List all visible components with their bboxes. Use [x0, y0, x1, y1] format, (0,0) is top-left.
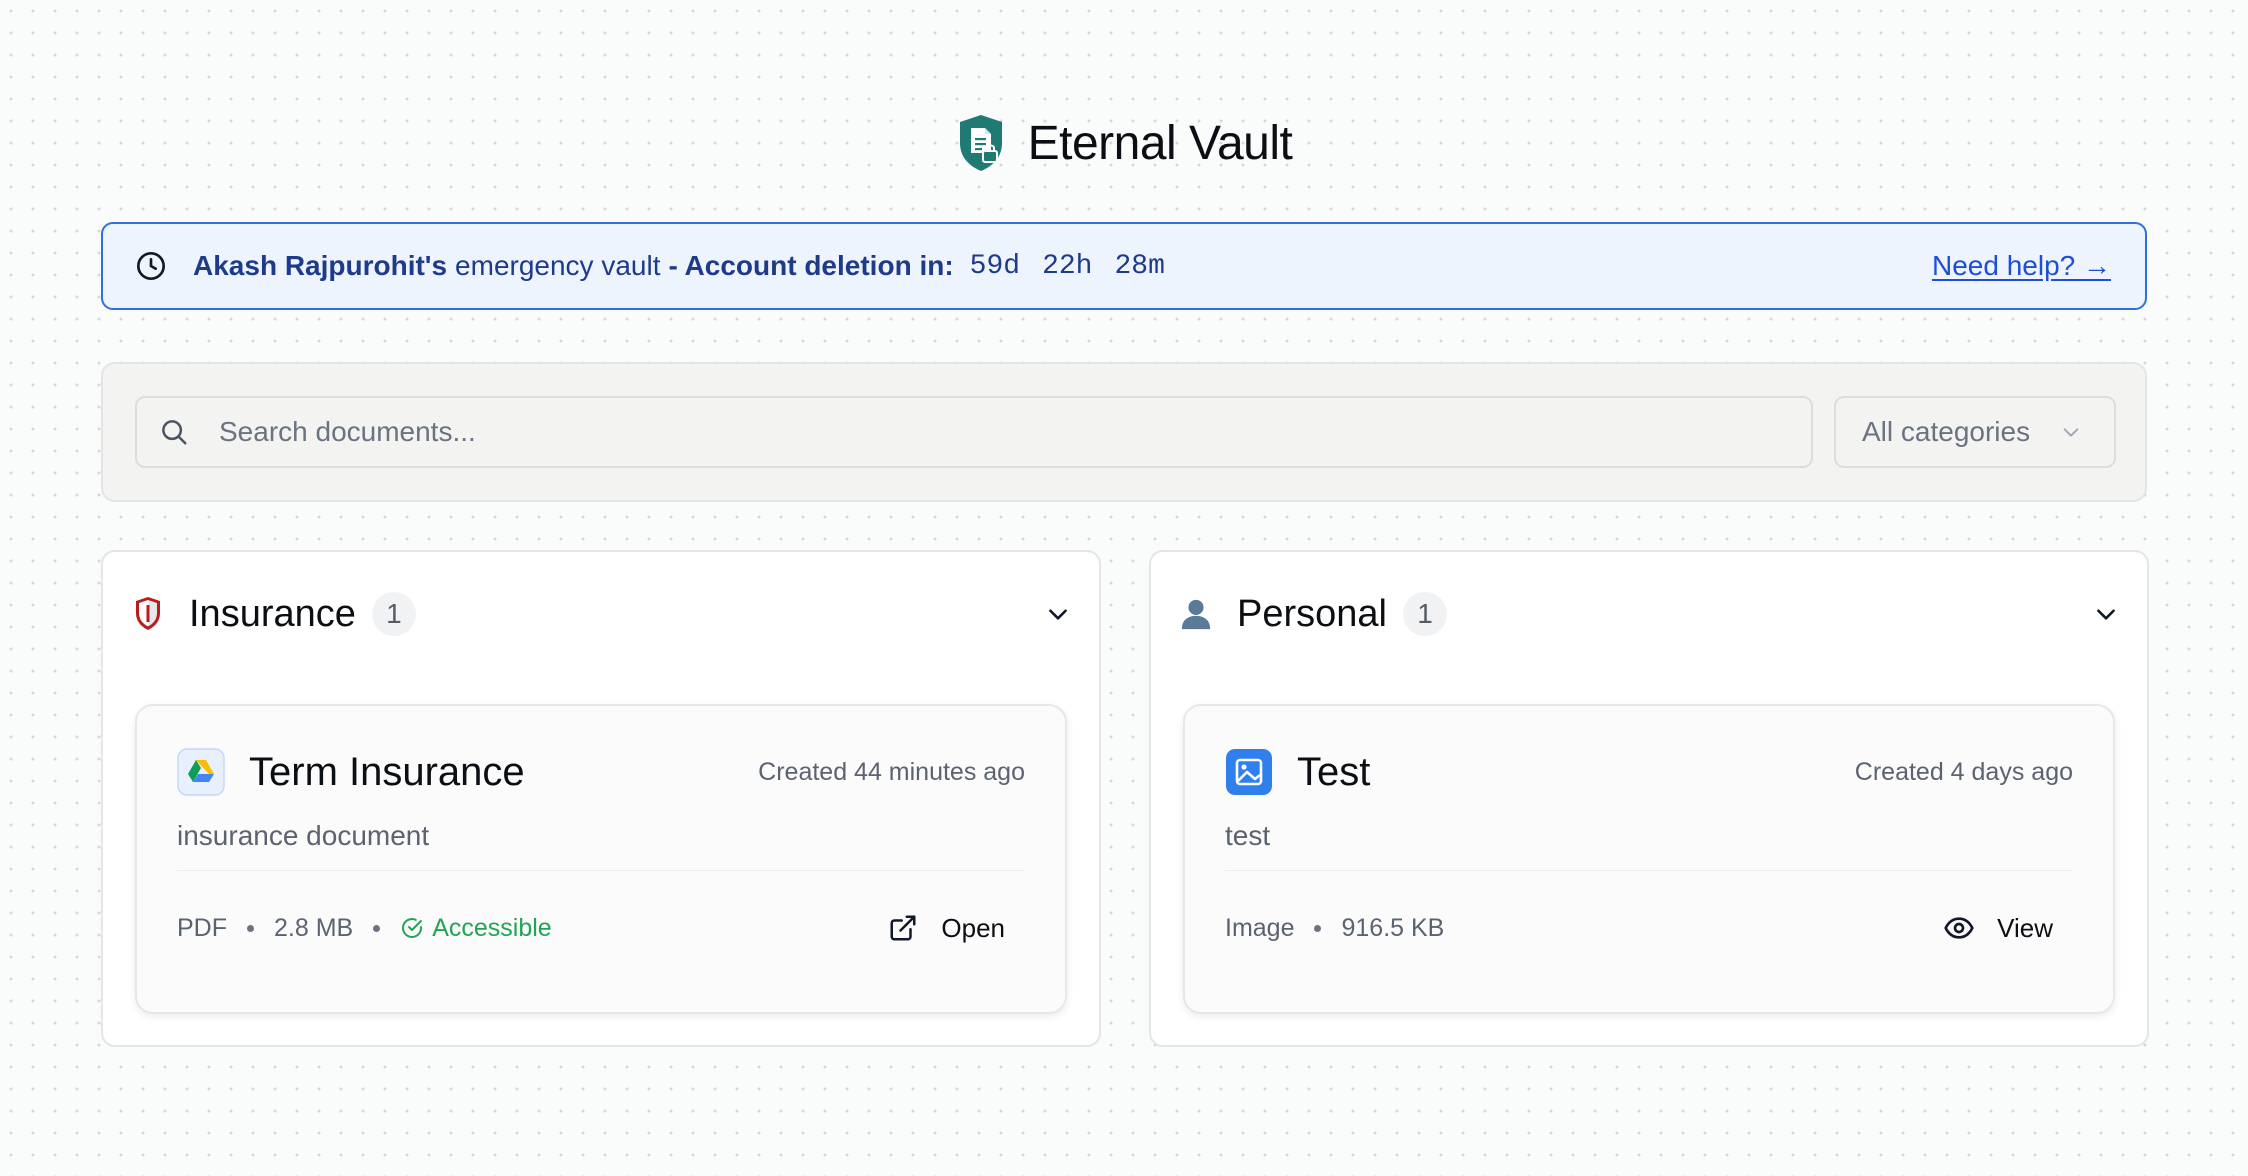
open-document-button[interactable]: Open — [887, 906, 1005, 950]
document-title: Test — [1297, 749, 1371, 794]
image-file-icon — [1225, 748, 1273, 796]
search-box[interactable] — [135, 396, 1813, 468]
document-type: Image — [1225, 913, 1295, 942]
category-title: Insurance — [189, 592, 356, 635]
separator-dot — [373, 924, 381, 932]
countdown-minutes: 28m — [1114, 250, 1165, 282]
banner-text: emergency vault — [455, 250, 661, 281]
check-circle-icon — [400, 916, 424, 940]
app-title: Eternal Vault — [1027, 116, 1293, 170]
account-deletion-label: - Account deletion in: — [668, 250, 954, 281]
document-card-header: Test Created 4 days ago — [1225, 746, 2073, 798]
category-header-insurance[interactable]: Insurance 1 — [131, 582, 1073, 646]
accessible-status: Accessible — [400, 914, 552, 943]
search-input[interactable] — [217, 401, 1721, 463]
document-created-time: Created 44 minutes ago — [758, 757, 1025, 786]
document-meta: Image 916.5 KB — [1225, 910, 1444, 946]
separator-dot — [1314, 924, 1322, 932]
countdown-days: 59d — [969, 250, 1021, 282]
document-type: PDF — [177, 913, 227, 942]
chevron-down-icon[interactable] — [1043, 599, 1073, 629]
google-drive-icon — [177, 748, 225, 796]
count-badge: 1 — [371, 592, 416, 636]
document-divider — [177, 870, 1025, 871]
document-size: 2.8 MB — [274, 913, 354, 942]
need-help-link[interactable]: Need help? → — [1932, 250, 2111, 282]
person-silhouette-icon — [1179, 594, 1213, 634]
separator-dot — [247, 924, 254, 932]
app-header: Eternal Vault — [0, 110, 2248, 176]
document-card-term-insurance[interactable]: Term Insurance Created 44 minutes ago in… — [135, 704, 1067, 1014]
chevron-down-icon — [2060, 419, 2086, 445]
search-icon — [159, 415, 193, 449]
category-header-personal[interactable]: Personal 1 — [1179, 582, 2121, 646]
document-meta: PDF 2.8 MB Accessible — [177, 910, 552, 946]
document-title: Term Insurance — [249, 749, 525, 794]
document-size: 916.5 KB — [1341, 913, 1445, 942]
count-badge: 1 — [1402, 592, 1447, 636]
document-card-test[interactable]: Test Created 4 days ago test Image 916.5… — [1183, 704, 2115, 1014]
shield-emoji-icon — [131, 594, 165, 634]
clock-icon — [135, 249, 169, 283]
chevron-down-icon[interactable] — [2091, 599, 2121, 629]
document-divider — [1225, 870, 2073, 871]
category-section-insurance: Insurance 1 Term Insurance Created 44 mi… — [101, 550, 1101, 1047]
deletion-countdown: 59d 22h 28m — [970, 251, 1165, 282]
eye-icon — [1943, 912, 1975, 944]
view-button-label: View — [1997, 912, 2053, 943]
document-card-header: Term Insurance Created 44 minutes ago — [177, 746, 1025, 798]
view-document-button[interactable]: View — [1943, 906, 2053, 950]
category-select[interactable]: All categories — [1834, 396, 2116, 468]
category-section-personal: Personal 1 Test Created 4 days ago test — [1149, 550, 2149, 1047]
external-link-icon — [887, 912, 919, 944]
document-created-time: Created 4 days ago — [1854, 757, 2073, 786]
shield-document-lock-icon — [956, 113, 1006, 173]
open-button-label: Open — [941, 912, 1005, 943]
search-panel: All categories — [101, 362, 2147, 502]
category-select-value: All categories — [1862, 416, 2031, 447]
document-description: test — [1225, 820, 1271, 851]
accessible-status-label: Accessible — [432, 913, 552, 942]
category-title: Personal — [1237, 592, 1387, 635]
vault-owner-name: Akash Rajpurohit's — [193, 250, 448, 281]
countdown-hours: 22h — [1042, 250, 1093, 282]
document-description: insurance document — [177, 820, 430, 851]
emergency-vault-banner: Akash Rajpurohit's emergency vault - Acc… — [101, 222, 2147, 310]
